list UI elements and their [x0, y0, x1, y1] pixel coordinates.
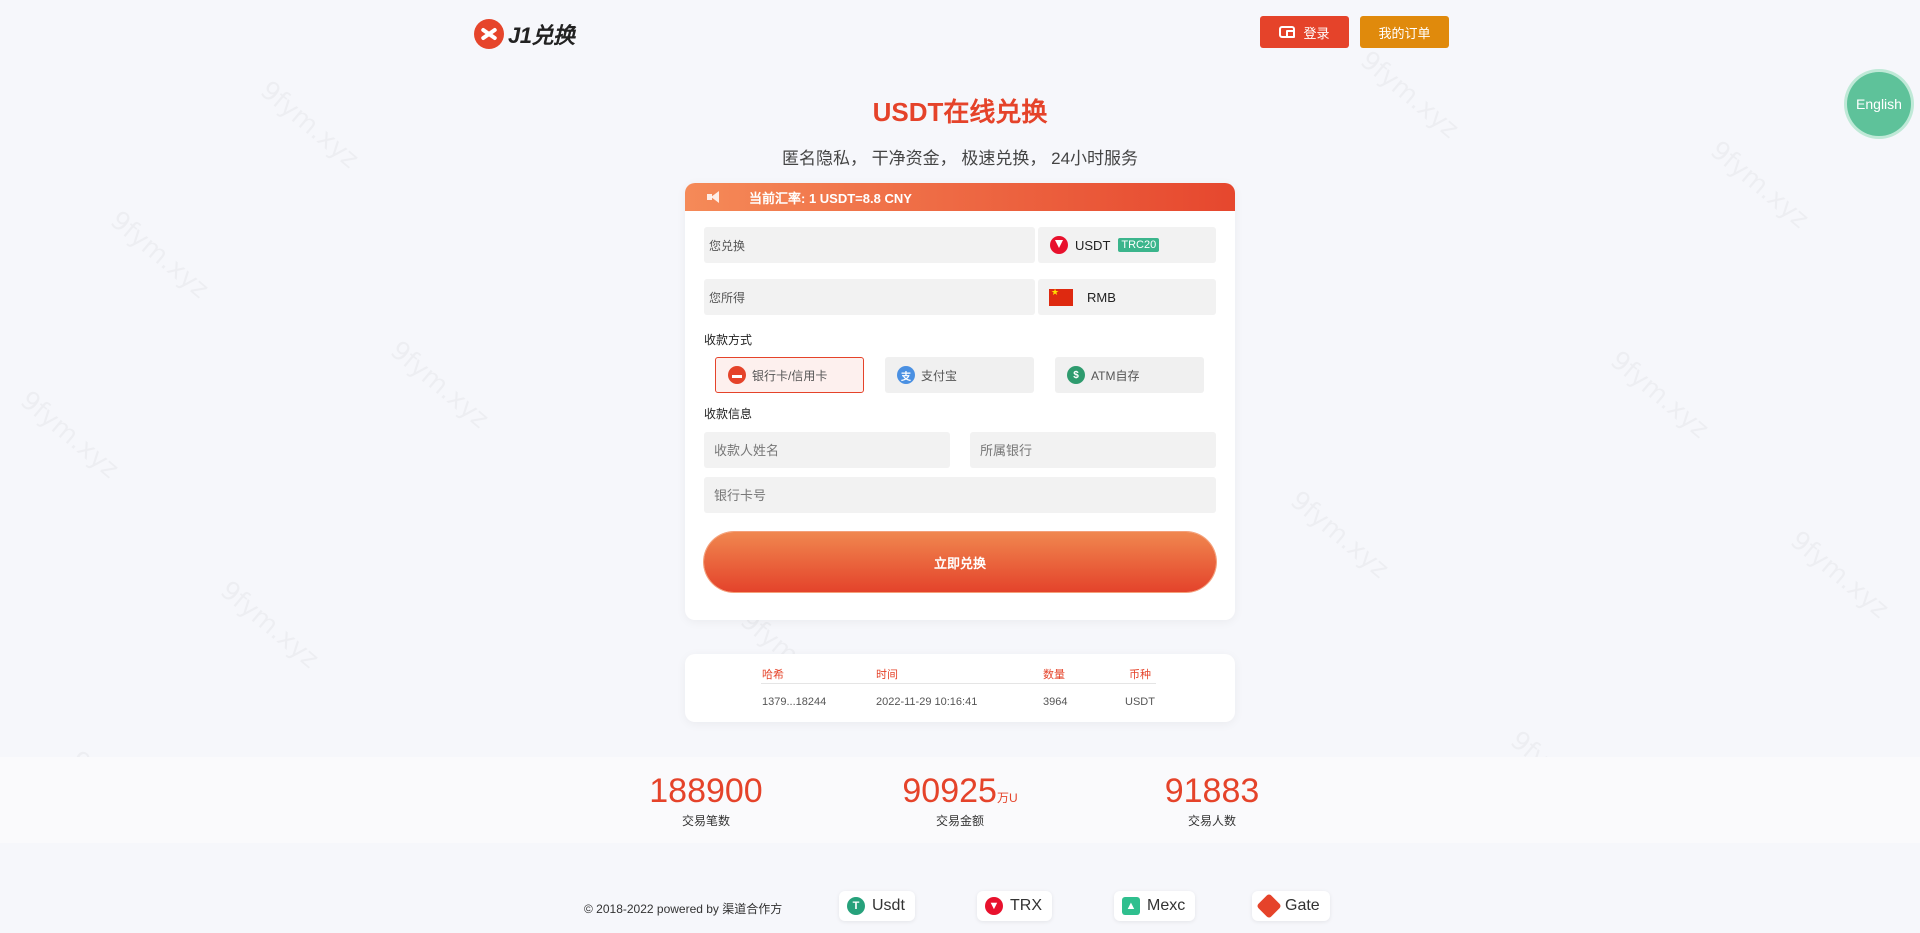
partner-trx[interactable]: ▼ TRX: [977, 891, 1052, 921]
gate-icon: [1256, 893, 1282, 919]
copyright: © 2018-2022 powered by 渠道合作方: [584, 902, 783, 916]
bank-card-icon: ▬: [728, 366, 746, 384]
speaker-icon: [707, 191, 725, 203]
logo-icon: [474, 19, 504, 49]
watermark: 9fym.xyz: [1284, 485, 1394, 584]
column-header-time: 时间: [876, 669, 898, 681]
exchange-rate-bar: 当前汇率: 1 USDT=8.8 CNY: [685, 183, 1235, 211]
pay-label: 您兑换: [709, 238, 746, 253]
receive-amount-field[interactable]: 您所得: [704, 279, 1035, 315]
watermark: 9fym.xyz: [384, 335, 494, 434]
receive-currency-selector[interactable]: RMB: [1038, 279, 1216, 315]
pay-amount-field[interactable]: 您兑换: [704, 227, 1035, 263]
exchange-card: 当前汇率: 1 USDT=8.8 CNY 您兑换 USDT TRC20 您所得 …: [685, 183, 1235, 620]
exchange-now-button[interactable]: 立即兑换: [704, 532, 1216, 592]
partner-label: Usdt: [872, 897, 905, 914]
mexc-icon: ▲: [1122, 897, 1140, 915]
watermark: 9fym.xyz: [1784, 525, 1894, 624]
stat-volume: 90925万U 交易金额: [860, 772, 1060, 829]
method-bank-card[interactable]: ▬ 银行卡/信用卡: [715, 357, 864, 393]
my-orders-button[interactable]: 我的订单: [1360, 16, 1449, 48]
card-number-input[interactable]: [704, 477, 1216, 513]
watermark: 9fym.xyz: [214, 575, 324, 674]
receive-currency: RMB: [1087, 289, 1116, 305]
tron-icon: ▼: [985, 897, 1003, 915]
method-label: 支付宝: [921, 368, 958, 383]
watermark: 9fym.xyz: [104, 205, 214, 304]
payment-method-title: 收款方式: [704, 333, 753, 347]
stat-value: 90925: [902, 772, 997, 810]
tx-amount: 3964: [1043, 696, 1068, 708]
tether-icon: T: [847, 897, 865, 915]
method-label: ATM自存: [1091, 368, 1140, 383]
watermark: 9fym.xyz: [14, 385, 124, 484]
partner-label: Gate: [1285, 897, 1320, 914]
stat-users: 91883 交易人数: [1112, 772, 1312, 829]
recent-transactions: 哈希 时间 数量 币种 1379...18244 2022-11-29 10:1…: [685, 654, 1235, 722]
partner-usdt[interactable]: T Usdt: [839, 891, 915, 921]
pay-currency-selector[interactable]: USDT TRC20: [1038, 227, 1216, 263]
stat-caption: 交易金额: [935, 814, 984, 828]
method-alipay[interactable]: 支 支付宝: [885, 357, 1034, 393]
stat-value: 91883: [1164, 772, 1260, 810]
login-button[interactable]: 登录: [1260, 16, 1349, 48]
recipient-name-input[interactable]: [704, 432, 950, 468]
method-atm[interactable]: $ ATM自存: [1055, 357, 1204, 393]
exchange-rate-text: 当前汇率: 1 USDT=8.8 CNY: [749, 190, 912, 206]
wallet-icon: [1279, 26, 1296, 38]
receive-label: 您所得: [709, 290, 746, 305]
login-label: 登录: [1303, 25, 1330, 41]
partner-mexc[interactable]: ▲ Mexc: [1114, 891, 1196, 921]
partner-label: Mexc: [1147, 897, 1186, 914]
pay-currency: USDT: [1075, 237, 1111, 253]
logo-text: J1兑换: [508, 23, 575, 48]
stats-band: 188900 交易笔数 90925万U 交易金额 91883 交易人数: [0, 757, 1920, 843]
tx-time: 2022-11-29 10:16:41: [876, 696, 978, 708]
stat-caption: 交易人数: [1187, 814, 1236, 828]
china-flag-icon: [1049, 287, 1073, 306]
stat-caption: 交易笔数: [681, 814, 730, 828]
page-subtitle: 匿名隐私， 干净资金， 极速兑换， 24小时服务: [781, 149, 1139, 168]
column-header-coin: 币种: [1129, 669, 1151, 681]
site-logo[interactable]: J1兑换: [474, 18, 575, 50]
watermark: 9fym.xyz: [1604, 345, 1714, 444]
bank-name-input[interactable]: [970, 432, 1216, 468]
stat-value: 188900: [649, 772, 763, 810]
partner-label: TRX: [1010, 897, 1042, 914]
stat-unit: 万U: [996, 791, 1018, 805]
atm-icon: $: [1067, 366, 1085, 384]
column-header-amount: 数量: [1043, 669, 1065, 681]
method-label: 银行卡/信用卡: [752, 368, 828, 383]
tx-hash: 1379...18244: [762, 696, 827, 708]
partner-gate[interactable]: Gate: [1252, 891, 1330, 921]
stat-transactions: 188900 交易笔数: [606, 772, 806, 829]
page-title: USDT在线兑换: [872, 97, 1048, 127]
alipay-icon: 支: [897, 366, 915, 384]
tron-icon: [1050, 236, 1068, 254]
recipient-info-title: 收款信息: [704, 407, 753, 421]
column-header-hash: 哈希: [762, 669, 784, 681]
site-header: J1兑换 登录 我的订单: [0, 0, 1920, 62]
tx-coin: USDT: [1125, 696, 1155, 708]
network-badge: TRC20: [1118, 238, 1160, 252]
table-divider: [761, 683, 1156, 684]
